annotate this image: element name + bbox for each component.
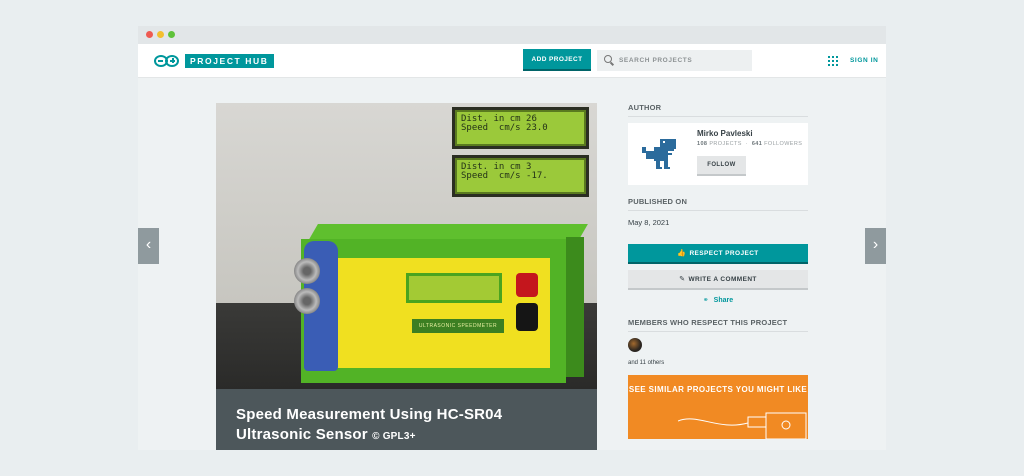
thumbs-up-icon: 👍	[677, 250, 687, 257]
close-window-dot[interactable]	[146, 31, 153, 38]
device-sticker: ULTRASONIC SPEEDMETER	[412, 319, 504, 333]
hero-caption: Speed Measurement Using HC-SR04 Ultrason…	[216, 389, 597, 450]
lcd-display-bottom: Dist. in cm 3 Speed cm/s -17.	[452, 155, 589, 197]
next-arrow-button[interactable]: ›	[865, 228, 886, 264]
black-terminal	[516, 303, 538, 331]
red-terminal	[516, 273, 538, 297]
member-avatar[interactable]	[628, 338, 642, 352]
share-icon: ⚭	[702, 297, 709, 304]
circuit-illustration-icon	[678, 412, 807, 439]
author-name[interactable]: Mirko Pavleski	[697, 129, 753, 138]
arduino-infinity-icon	[154, 54, 182, 68]
members-heading: MEMBERS WHO RESPECT THIS PROJECT	[628, 318, 808, 332]
browser-window: PROJECT HUB ADD PROJECT SIGN IN ‹ › Dist…	[138, 26, 886, 450]
author-stats: 108 PROJECTS · 641 FOLLOWERS	[697, 141, 803, 147]
previous-arrow-button[interactable]: ‹	[138, 228, 159, 264]
search-input[interactable]	[619, 50, 747, 71]
device-screen	[406, 273, 502, 303]
similar-projects-banner[interactable]: SEE SIMILAR PROJECTS YOU MIGHT LIKE	[628, 375, 808, 439]
maximize-window-dot[interactable]	[168, 31, 175, 38]
title-bar	[138, 26, 886, 44]
project-title: Speed Measurement Using HC-SR04 Ultrason…	[236, 406, 503, 443]
license-badge[interactable]: © GPL3+	[372, 431, 416, 442]
edit-icon: ✎	[679, 276, 686, 283]
author-heading: AUTHOR	[628, 103, 808, 117]
apps-grid-icon[interactable]	[828, 56, 838, 66]
project-hero-image[interactable]: Dist. in cm 26 Speed cm/s 23.0 Dist. in …	[216, 103, 597, 450]
arduino-logo[interactable]: PROJECT HUB	[154, 53, 274, 68]
lcd-display-top: Dist. in cm 26 Speed cm/s 23.0	[452, 107, 589, 149]
search-box[interactable]	[597, 50, 752, 71]
author-card: Mirko Pavleski 108 PROJECTS · 641 FOLLOW…	[628, 123, 808, 185]
sign-in-link[interactable]: SIGN IN	[850, 57, 878, 64]
similar-projects-text: SEE SIMILAR PROJECTS YOU MIGHT LIKE	[628, 385, 808, 394]
minimize-window-dot[interactable]	[157, 31, 164, 38]
project-hub-label: PROJECT HUB	[185, 53, 274, 68]
others-count[interactable]: and 11 others	[628, 360, 808, 366]
follow-button[interactable]: FOLLOW	[697, 156, 746, 176]
project-sidebar: AUTHOR Mirko Pavleski 108 PROJECTS · 641…	[628, 103, 808, 439]
ultrasonic-transducer	[294, 288, 320, 314]
published-date: May 8, 2021	[628, 218, 670, 227]
write-comment-button[interactable]: ✎ WRITE A COMMENT	[628, 270, 808, 290]
respect-project-button[interactable]: 👍 RESPECT PROJECT	[628, 244, 808, 264]
add-project-button[interactable]: ADD PROJECT	[523, 49, 591, 71]
published-heading: PUBLISHED ON	[628, 197, 808, 211]
lcd-top-line-2: Speed cm/s 23.0	[461, 123, 548, 133]
share-link[interactable]: ⚭ Share	[628, 296, 808, 304]
lcd-bottom-line-2: Speed cm/s -17.	[461, 171, 548, 181]
ultrasonic-transducer	[294, 258, 320, 284]
dinosaur-avatar-icon[interactable]	[638, 133, 682, 175]
search-icon	[604, 55, 612, 63]
top-navigation: PROJECT HUB ADD PROJECT SIGN IN	[138, 44, 886, 78]
